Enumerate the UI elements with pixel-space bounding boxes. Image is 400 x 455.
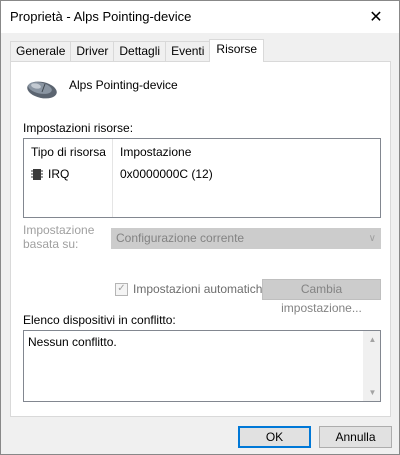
tab-driver[interactable]: Driver <box>70 41 115 62</box>
scroll-up-icon[interactable]: ▲ <box>364 331 381 348</box>
title-bar: Proprietà - Alps Pointing-device ✕ <box>1 1 399 33</box>
window-title: Proprietà - Alps Pointing-device <box>10 9 192 24</box>
resource-type: IRQ <box>48 167 70 181</box>
tab-dettagli[interactable]: Dettagli <box>113 41 167 62</box>
conflicts-label: Elenco dispositivi in conflitto: <box>23 313 176 327</box>
vertical-scrollbar[interactable]: ▲ ▼ <box>363 331 380 401</box>
tab-generale[interactable]: Generale <box>10 41 72 62</box>
based-on-select[interactable]: Configurazione corrente ∨ <box>111 228 381 249</box>
tab-risorse[interactable]: Risorse <box>209 39 265 62</box>
change-setting-button[interactable]: Cambia impostazione... <box>262 279 381 315</box>
scroll-down-icon[interactable]: ▼ <box>364 384 381 401</box>
tab-eventi[interactable]: Eventi <box>165 41 211 62</box>
auto-settings-row[interactable]: ✓ Impostazioni automatiche <box>115 282 269 296</box>
column-header-type: Tipo di risorsa <box>31 145 106 159</box>
based-on-label-line2: basata su: <box>23 237 79 251</box>
column-header-setting: Impostazione <box>120 145 192 159</box>
chevron-down-icon: ∨ <box>368 233 376 244</box>
auto-settings-label: Impostazioni automatiche <box>133 282 270 296</box>
properties-dialog: Proprietà - Alps Pointing-device ✕ Gener… <box>0 0 400 455</box>
resources-settings-label: Impostazioni risorse: <box>23 121 134 135</box>
resource-setting: 0x0000000C (12) <box>120 167 213 181</box>
based-on-value: Configurazione corrente <box>116 231 245 245</box>
chip-icon <box>31 168 43 180</box>
mouse-icon <box>27 81 57 99</box>
ok-button[interactable]: OK <box>238 426 311 448</box>
resource-row-setting[interactable]: 0x0000000C (12) <box>120 167 213 181</box>
column-divider <box>112 139 113 217</box>
tab-strip: Generale Driver Dettagli Eventi Risorse <box>10 39 265 62</box>
based-on-label-line1: Impostazione <box>23 223 95 237</box>
resources-list[interactable]: Tipo di risorsa Impostazione IRQ 0x00000… <box>23 138 381 218</box>
checkmark-icon: ✓ <box>117 283 126 294</box>
conflicts-textbox[interactable]: Nessun conflitto. ▲ ▼ <box>23 330 381 402</box>
conflicts-text: Nessun conflitto. <box>28 335 117 349</box>
close-icon: ✕ <box>369 9 383 26</box>
resource-row-type[interactable]: IRQ <box>31 167 69 181</box>
auto-settings-checkbox[interactable]: ✓ <box>115 282 128 296</box>
close-button[interactable]: ✕ <box>353 1 399 33</box>
device-name: Alps Pointing-device <box>69 78 178 92</box>
cancel-button[interactable]: Annulla <box>319 426 392 448</box>
risorse-panel: Alps Pointing-device Impostazioni risors… <box>10 61 391 417</box>
